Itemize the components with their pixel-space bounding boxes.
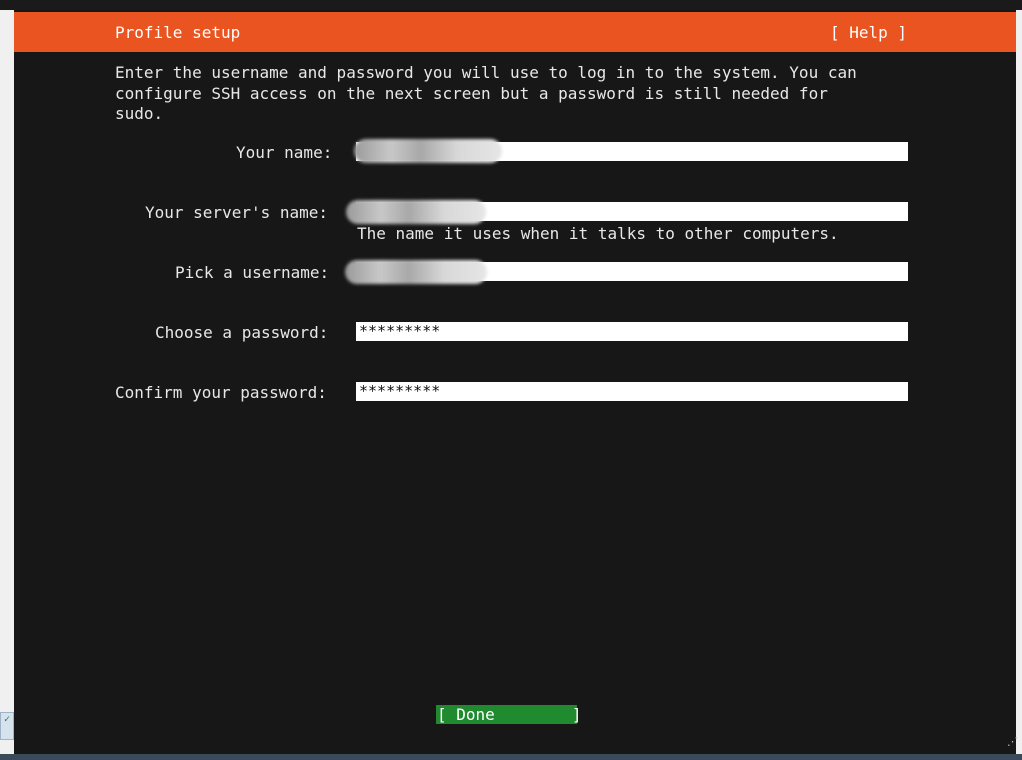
confirm-password-field[interactable]: ********* <box>356 382 908 401</box>
check-icon: ✓ <box>3 714 11 725</box>
redacted-username <box>345 260 487 284</box>
window-top-border <box>0 0 1022 10</box>
window-bottom-border <box>0 754 1022 760</box>
taskbar-app-icon[interactable]: ✓ <box>0 712 14 740</box>
name-label: Your name: <box>236 143 333 162</box>
username-label: Pick a username: <box>175 263 330 282</box>
redacted-name <box>354 139 502 163</box>
help-button[interactable]: [ Help ] <box>830 23 907 42</box>
installer-console: Profile setup [ Help ] Enter the usernam… <box>14 10 1016 754</box>
resize-grip-icon[interactable]: ⋰ <box>1002 736 1018 754</box>
done-button[interactable]: [ Done ] <box>436 705 582 724</box>
redacted-server-name <box>346 200 486 224</box>
server-name-label: Your server's name: <box>145 203 329 222</box>
server-name-hint: The name it uses when it talks to other … <box>357 224 839 243</box>
password-field[interactable]: ********* <box>356 322 908 341</box>
vm-window: Profile setup [ Help ] Enter the usernam… <box>0 0 1022 760</box>
confirm-password-label: Confirm your password: <box>115 383 327 402</box>
page-title: Profile setup <box>115 23 241 42</box>
header-bar: Profile setup [ Help ] <box>14 12 1016 52</box>
intro-text: Enter the username and password you will… <box>115 63 857 123</box>
password-label: Choose a password: <box>155 323 329 342</box>
